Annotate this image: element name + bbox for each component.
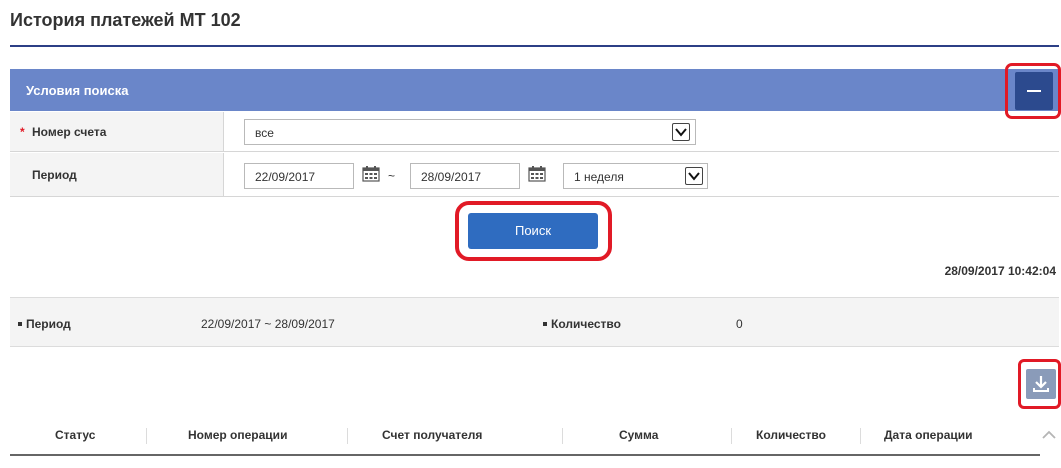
- column-divider: [562, 428, 563, 444]
- period-row: Период 22/09/2017 ~ 28/09/2017 1 неделя: [10, 153, 1059, 197]
- summary-period-label: Период: [26, 317, 71, 331]
- page-title: История платежей МТ 102: [10, 10, 241, 30]
- account-row: * Номер счета все: [10, 112, 1059, 152]
- column-header-operation-number[interactable]: Номер операции: [188, 428, 287, 442]
- date-from-input[interactable]: 22/09/2017: [244, 163, 354, 189]
- period-range-value: 1 неделя: [574, 170, 624, 184]
- column-header-operation-date[interactable]: Дата операции: [884, 428, 973, 442]
- account-label: Номер счета: [32, 125, 107, 139]
- chevron-down-icon[interactable]: [672, 123, 690, 141]
- column-header-recipient-account[interactable]: Счет получателя: [382, 428, 482, 442]
- date-to-value: 28/09/2017: [421, 170, 482, 184]
- column-divider: [347, 428, 348, 444]
- summary-period-value: 22/09/2017 ~ 28/09/2017: [201, 317, 335, 331]
- column-header-status[interactable]: Статус: [55, 428, 95, 442]
- results-table-header: Статус Номер операции Счет получателя Су…: [10, 412, 1040, 456]
- summary-count-label: Количество: [551, 317, 621, 331]
- search-panel-header: Условия поиска: [10, 69, 1059, 111]
- required-mark: *: [20, 125, 25, 139]
- column-divider: [146, 428, 147, 444]
- period-range-select[interactable]: 1 неделя: [563, 163, 708, 189]
- title-divider: [10, 45, 1059, 47]
- scroll-up-icon[interactable]: [1039, 418, 1059, 448]
- column-header-amount[interactable]: Сумма: [619, 428, 658, 442]
- date-to-input[interactable]: 28/09/2017: [410, 163, 520, 189]
- column-divider: [731, 428, 732, 444]
- bullet-icon: [543, 322, 547, 326]
- calendar-icon[interactable]: [362, 166, 380, 182]
- date-from-value: 22/09/2017: [255, 170, 316, 184]
- highlight-download: [1018, 359, 1061, 409]
- calendar-icon[interactable]: [528, 166, 546, 182]
- highlight-collapse: [1005, 63, 1061, 119]
- account-label-cell: * Номер счета: [10, 112, 224, 151]
- summary-bar: Период 22/09/2017 ~ 28/09/2017 Количеств…: [10, 297, 1059, 347]
- last-updated-timestamp: 28/09/2017 10:42:04: [944, 264, 1056, 278]
- account-select[interactable]: все: [244, 119, 696, 145]
- search-panel-title: Условия поиска: [26, 83, 129, 98]
- date-range-separator: ~: [388, 169, 396, 183]
- summary-count-value: 0: [736, 317, 743, 331]
- column-divider: [860, 428, 861, 444]
- period-label-cell: Период: [10, 153, 224, 196]
- chevron-down-icon[interactable]: [685, 167, 703, 185]
- bullet-icon: [18, 322, 22, 326]
- period-label: Период: [32, 168, 77, 182]
- account-select-value: все: [255, 126, 274, 140]
- column-header-count[interactable]: Количество: [756, 428, 826, 442]
- highlight-search: [455, 201, 612, 261]
